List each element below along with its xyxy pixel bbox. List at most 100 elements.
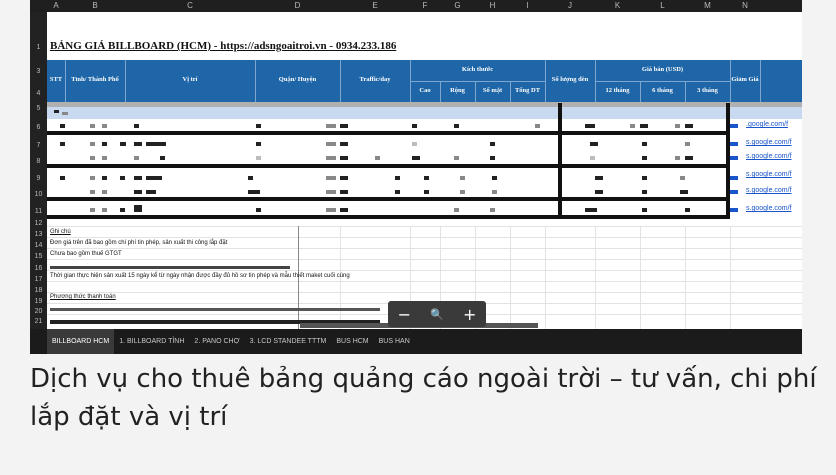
header-somat[interactable]: Số mặt (475, 87, 510, 94)
grid-line (47, 259, 802, 260)
row-number[interactable]: 18 (30, 287, 47, 294)
row-number[interactable]: 16 (30, 265, 47, 272)
header-stt[interactable]: STT (49, 76, 63, 83)
header-giamgia[interactable]: Giảm Giá (730, 76, 760, 83)
map-link[interactable]: s.google.com/f (746, 153, 792, 160)
redacted-cell (340, 176, 348, 180)
header-kichthuoc[interactable]: Kích thước (410, 66, 545, 73)
redacted-cell (340, 208, 348, 212)
col-header[interactable]: B (65, 0, 125, 12)
row-number[interactable]: 6 (30, 124, 47, 131)
tab-lcd-standee[interactable]: 3. LCD STANDEE TTTM (245, 329, 332, 354)
col-header[interactable]: M (685, 0, 730, 12)
col-header[interactable]: J (545, 0, 595, 12)
row-number[interactable]: 9 (30, 175, 47, 182)
col-header[interactable]: N (730, 0, 760, 12)
header-tinh[interactable]: Tỉnh/ Thành Phố (65, 76, 125, 83)
col-header[interactable]: F (410, 0, 440, 12)
header-traffic[interactable]: Traffic/day (340, 76, 410, 83)
grid-line (47, 292, 802, 293)
col-header[interactable]: D (255, 0, 340, 12)
row-number[interactable]: 19 (30, 298, 47, 305)
header-12thang[interactable]: 12 tháng (595, 87, 640, 94)
redacted-cell (595, 176, 603, 180)
header-giaban[interactable]: Giá bán (USD) (595, 66, 730, 73)
col-header[interactable]: C (125, 0, 255, 12)
col-header[interactable]: A (47, 0, 65, 12)
col-header[interactable]: L (640, 0, 685, 12)
row-number-gutter: 1 3 4 5 6 7 8 9 10 11 12 13 14 15 16 17 … (30, 12, 47, 329)
sheet-tabs: BILLBOARD HCM 1. BILLBOARD TỈNH 2. PANO … (30, 329, 802, 354)
redacted-cell (424, 190, 429, 194)
zoom-in-button[interactable]: + (463, 305, 476, 324)
redacted-cell (395, 176, 400, 180)
map-link[interactable]: s.google.com/f (746, 187, 792, 194)
header-divider (440, 81, 441, 102)
header-tongdt[interactable]: Tổng DT (510, 87, 545, 94)
redacted-cell (146, 142, 166, 146)
tab-pano-cho[interactable]: 2. PANO CHỢ (189, 329, 244, 354)
row-number[interactable]: 5 (30, 105, 47, 112)
row-number[interactable]: 12 (30, 220, 47, 227)
article-caption[interactable]: Dịch vụ cho thuê bảng quảng cáo ngoài tr… (30, 360, 820, 436)
header-6thang[interactable]: 6 tháng (640, 87, 685, 94)
zoom-search-icon[interactable]: 🔍 (430, 308, 444, 321)
redacted-cell (120, 142, 126, 146)
redacted-cell (412, 156, 420, 160)
redacted-cell (60, 176, 65, 180)
sheet-title[interactable]: BẢNG GIÁ BILLBOARD (HCM) - https://adsng… (50, 40, 396, 52)
redacted-cell (120, 176, 125, 180)
row-number[interactable]: 13 (30, 231, 47, 238)
row-number[interactable]: 11 (30, 208, 47, 215)
row-border (47, 131, 727, 135)
redacted-cell (642, 190, 647, 194)
redacted-cell (326, 208, 336, 212)
row-number[interactable]: 3 (30, 68, 47, 75)
tab-billboard-hcm[interactable]: BILLBOARD HCM (47, 329, 115, 354)
row-number[interactable]: 8 (30, 158, 47, 165)
row-number[interactable]: 17 (30, 276, 47, 283)
row-number[interactable]: 7 (30, 142, 47, 149)
redacted-cell (326, 176, 336, 180)
redacted-cell (340, 124, 348, 128)
map-link[interactable]: s.google.com/f (746, 205, 792, 212)
header-quan[interactable]: Quận/ Huyện (255, 76, 340, 83)
row-number[interactable]: 15 (30, 253, 47, 260)
header-divider (255, 60, 256, 102)
redacted-cell (134, 124, 139, 128)
redacted-cell (90, 142, 95, 146)
row-number[interactable]: 4 (30, 90, 47, 97)
redacted-cell (90, 208, 95, 212)
row-number[interactable]: 14 (30, 242, 47, 249)
map-link[interactable]: s.google.com/f (746, 139, 792, 146)
map-link[interactable]: s.google.com/f (746, 171, 792, 178)
column-header-bar: A B C D E F G H I J K L M N (30, 0, 802, 12)
header-cao[interactable]: Cao (410, 87, 440, 94)
col-header[interactable]: H (475, 0, 510, 12)
col-header[interactable]: K (595, 0, 640, 12)
header-3thang[interactable]: 3 tháng (685, 87, 730, 94)
header-rong[interactable]: Rộng (440, 87, 475, 94)
row-number[interactable]: 20 (30, 308, 47, 315)
header-divider (410, 81, 545, 82)
redacted-cell (375, 156, 380, 160)
tab-bus-hcm[interactable]: BUS HCM (331, 329, 373, 354)
row-number[interactable]: 21 (30, 318, 47, 325)
zoom-out-button[interactable]: − (398, 305, 411, 324)
redacted-cell (54, 110, 59, 113)
tab-billboard-tinh[interactable]: 1. BILLBOARD TỈNH (114, 329, 189, 354)
redacted-cell (50, 308, 380, 311)
tab-bus-han[interactable]: BUS HAN (374, 329, 415, 354)
col-header[interactable]: E (340, 0, 410, 12)
row-number[interactable]: 1 (30, 44, 47, 51)
redacted-cell (490, 208, 495, 212)
map-link[interactable]: .google.com/f (746, 121, 788, 128)
redacted-cell (340, 156, 348, 160)
header-vitri[interactable]: Vị trí (125, 76, 255, 83)
header-soluong[interactable]: Số lượng đèn (545, 76, 595, 83)
col-header[interactable]: G (440, 0, 475, 12)
col-header[interactable]: I (510, 0, 545, 12)
redacted-cell (62, 112, 68, 115)
row-number[interactable]: 10 (30, 191, 47, 198)
redacted-cell (134, 142, 142, 146)
